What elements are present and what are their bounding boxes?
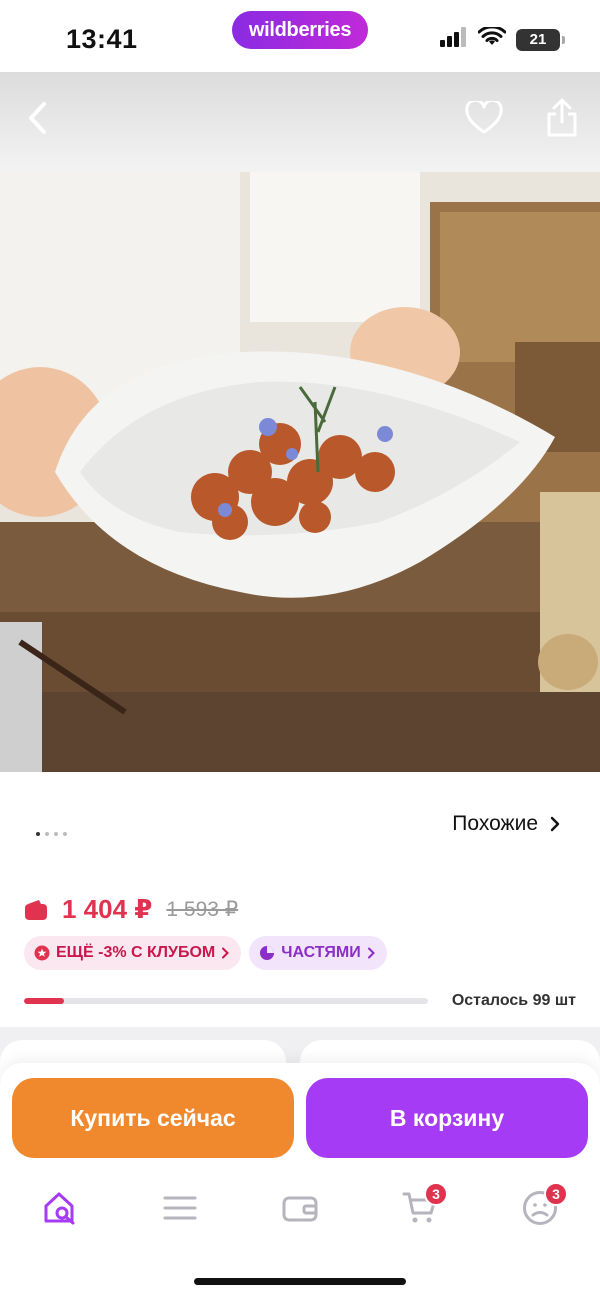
product-photo[interactable] (0, 172, 600, 772)
battery-icon: 21 (516, 28, 565, 51)
stock-progress-fill (24, 998, 65, 1004)
share-icon (547, 98, 577, 137)
status-bar: 13:41 wildberries 21 (0, 0, 600, 76)
back-button[interactable] (14, 94, 62, 142)
wallet-icon (282, 1196, 318, 1222)
tab-catalog[interactable] (150, 1178, 210, 1238)
old-price: 1 593 ₽ (166, 898, 239, 921)
tab-bar: 3 3 (0, 1178, 600, 1238)
stock-row: Осталось 99 шт (24, 992, 576, 1010)
gallery-dot (54, 832, 58, 836)
installments-badge[interactable]: ЧАСТЯМИ (249, 936, 387, 970)
status-time: 13:41 (66, 24, 138, 54)
tab-home[interactable] (30, 1178, 90, 1238)
stock-progress-bar (24, 998, 428, 1004)
gallery-dots (36, 832, 67, 836)
promo-badges: ЕЩЁ -3% С КЛУБОМ ЧАСТЯМИ (24, 936, 387, 970)
favorite-button[interactable] (460, 94, 508, 142)
product-gallery[interactable] (0, 72, 600, 772)
price-row: 1 404 ₽ 1 593 ₽ (24, 894, 238, 925)
profile-badge: 3 (544, 1182, 568, 1206)
tab-wallet[interactable] (270, 1178, 330, 1238)
status-icons: 21 (440, 25, 565, 52)
menu-icon (163, 1196, 197, 1220)
back-icon (29, 102, 46, 134)
add-to-cart-button[interactable]: В корзину (306, 1078, 588, 1158)
chevron-right-icon (222, 947, 230, 959)
heart-icon (465, 101, 503, 134)
chevron-right-icon (367, 947, 375, 959)
stock-remaining: Осталось 99 шт (451, 992, 576, 1009)
gallery-header-bg (0, 72, 600, 172)
home-search-icon (44, 1192, 75, 1225)
star-circle-icon (34, 945, 50, 961)
similar-link[interactable]: Похожие (452, 812, 560, 836)
gallery-dot (36, 832, 40, 836)
signal-icon (440, 27, 468, 52)
installments-label: ЧАСТЯМИ (281, 944, 361, 961)
similar-label: Похожие (452, 812, 538, 835)
share-button[interactable] (538, 94, 586, 142)
club-discount-label: ЕЩЁ -3% С КЛУБОМ (56, 944, 216, 961)
gallery-dot (45, 832, 49, 836)
wildberries-badge[interactable]: wildberries (232, 11, 368, 49)
pie-chart-icon (260, 946, 275, 960)
chevron-right-icon (550, 816, 560, 832)
tab-profile[interactable]: 3 (510, 1178, 570, 1238)
wifi-icon (477, 25, 507, 52)
club-discount-badge[interactable]: ЕЩЁ -3% С КЛУБОМ (24, 936, 242, 970)
buy-now-button[interactable]: Купить сейчас (12, 1078, 294, 1158)
cart-badge: 3 (424, 1182, 448, 1206)
product-info-card: Похожие 1 404 ₽ 1 593 ₽ ЕЩЁ -3% С КЛУБОМ… (0, 772, 600, 1027)
wallet-icon (25, 899, 47, 920)
home-indicator[interactable] (194, 1278, 406, 1285)
current-price: 1 404 ₽ (62, 894, 153, 924)
gallery-dot (63, 832, 67, 836)
tab-cart[interactable]: 3 (390, 1178, 450, 1238)
